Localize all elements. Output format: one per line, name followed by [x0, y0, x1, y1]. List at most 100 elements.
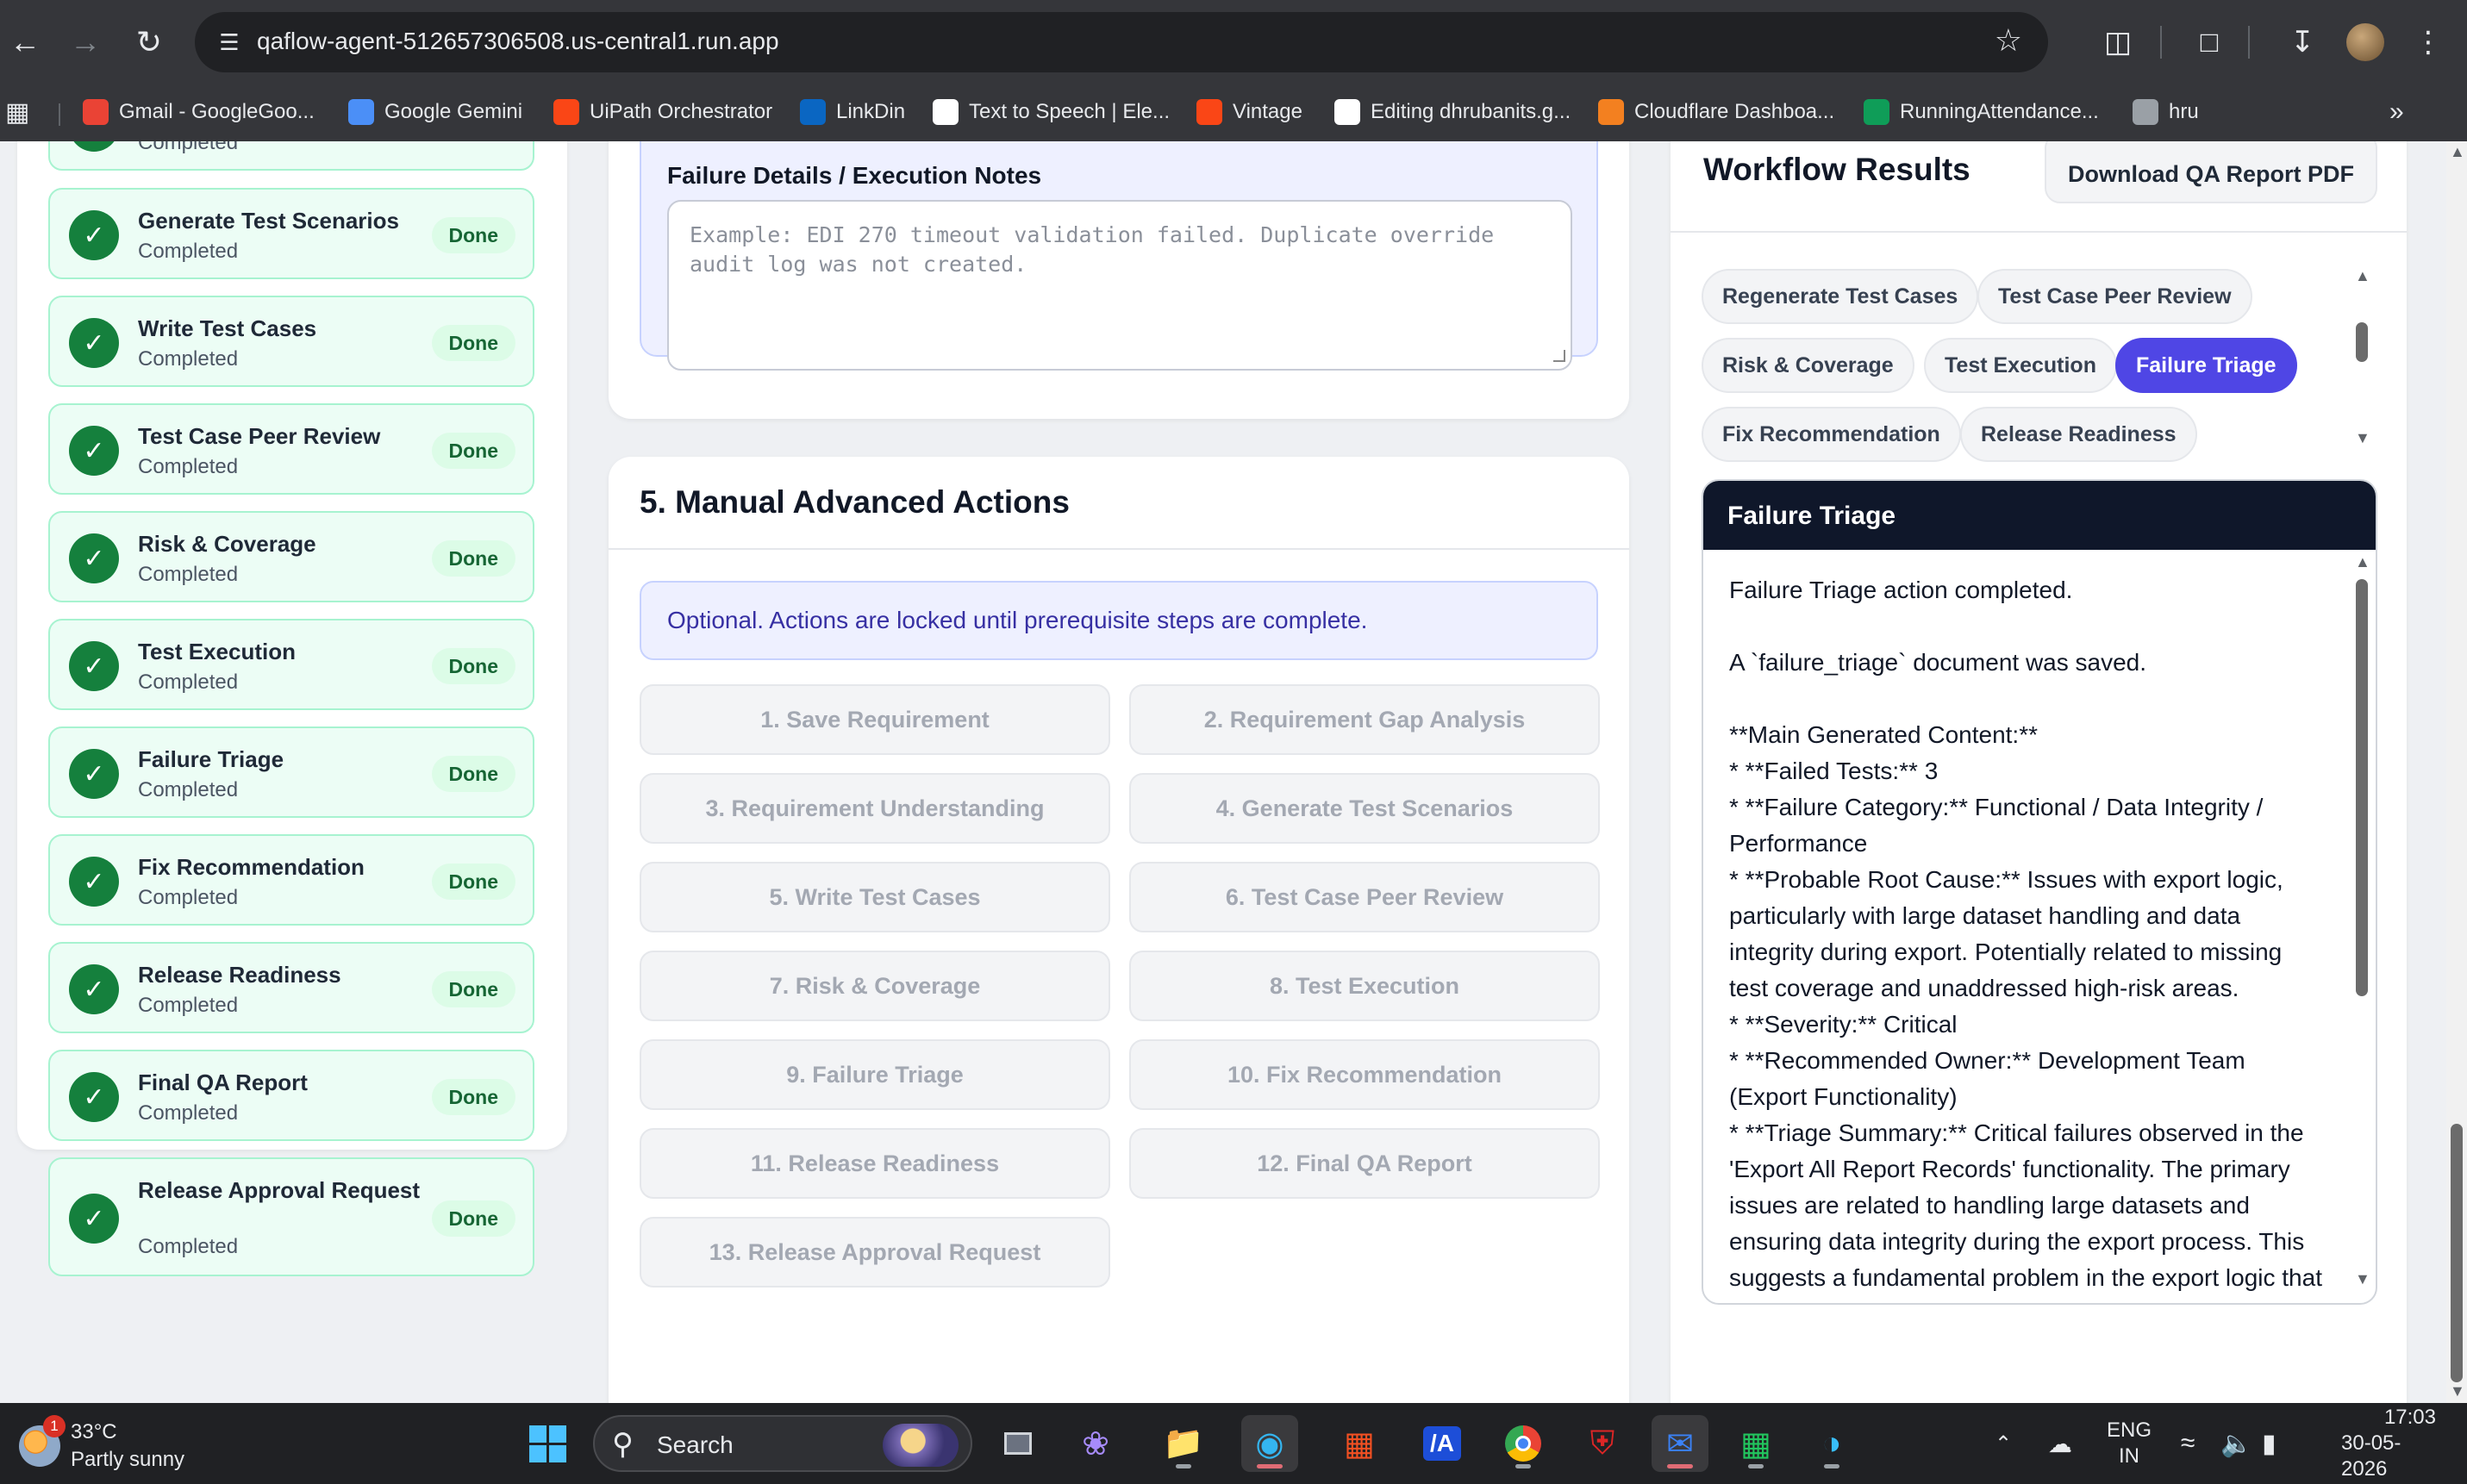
result-tab[interactable]: Regenerate Test Cases: [1702, 269, 1979, 324]
clock[interactable]: 17:03 30-05-2026: [2341, 1403, 2436, 1484]
manual-action-button[interactable]: 13. Release Approval Request: [640, 1217, 1110, 1288]
workflow-step-card[interactable]: ✓ Release Readiness Completed Done: [48, 942, 534, 1033]
manual-action-button[interactable]: 1. Save Requirement: [640, 684, 1110, 755]
result-tab[interactable]: Fix Recommendation: [1702, 407, 1961, 462]
outlook-icon[interactable]: ✉: [1652, 1415, 1708, 1472]
taskbar-search[interactable]: ⚲ Search: [593, 1415, 972, 1472]
output-line: Failure Triage action completed.: [1729, 577, 2073, 603]
bookmark-item[interactable]: Editing dhrubanits.g...: [1334, 93, 1571, 131]
output-scroll-up-icon[interactable]: ▲: [2355, 554, 2370, 570]
file-explorer-icon[interactable]: 📁: [1155, 1415, 1212, 1472]
menu-kebab-icon[interactable]: ⋮: [2407, 21, 2450, 64]
output-scrollbar[interactable]: [2356, 579, 2368, 996]
clock-date: 30-05-2026: [2341, 1431, 2401, 1481]
manual-action-button[interactable]: 2. Requirement Gap Analysis: [1129, 684, 1600, 755]
manual-action-button[interactable]: 7. Risk & Coverage: [640, 951, 1110, 1021]
excel-icon[interactable]: ▦: [1727, 1415, 1784, 1472]
start-windows-icon[interactable]: [519, 1415, 576, 1472]
bookmark-item[interactable]: Vintage: [1196, 93, 1302, 131]
manual-action-button[interactable]: 3. Requirement Understanding: [640, 773, 1110, 844]
chips-scroll-up-icon[interactable]: ▲: [2355, 268, 2370, 284]
wifi-icon[interactable]: ≈: [2181, 1403, 2195, 1484]
page-scroll-down-icon[interactable]: ▼: [2450, 1383, 2465, 1399]
manual-action-button[interactable]: 4. Generate Test Scenarios: [1129, 773, 1600, 844]
cloudflare-icon: [1598, 99, 1624, 125]
task-view-icon[interactable]: [990, 1415, 1046, 1472]
profile-avatar[interactable]: [2346, 23, 2384, 61]
chips-scrollbar[interactable]: [2356, 322, 2368, 362]
tray-chevron-icon[interactable]: ⌃: [1995, 1403, 2012, 1484]
apps-grid-icon[interactable]: ▦: [5, 93, 29, 131]
workflow-step-card[interactable]: ✓ Release Approval Request Completed Done: [48, 1157, 534, 1276]
workflow-step-card[interactable]: ✓ Write Test Cases Completed Done: [48, 296, 534, 387]
workflow-step-card[interactable]: ✓ Completed: [48, 141, 534, 171]
bookmarks-overflow-icon[interactable]: »: [2389, 93, 2404, 131]
bookmark-item[interactable]: Cloudflare Dashboa...: [1598, 93, 1834, 131]
workflow-step-card[interactable]: ✓ Test Case Peer Review Completed Done: [48, 403, 534, 495]
workflow-step-card[interactable]: ✓ Failure Triage Completed Done: [48, 726, 534, 818]
address-url[interactable]: qaflow-agent-512657306508.us-central1.ru…: [257, 28, 779, 55]
result-tab[interactable]: Risk & Coverage: [1702, 338, 1914, 393]
output-line: * **Severity:** Critical: [1729, 1011, 1958, 1038]
edge-browser-icon[interactable]: ◉: [1241, 1415, 1298, 1472]
step-done-badge: Done: [431, 325, 515, 361]
output-line: * **Failure Category:** Functional / Dat…: [1729, 794, 2264, 857]
bookmark-item[interactable]: Google Gemini: [348, 93, 522, 131]
workflow-step-card[interactable]: ✓ Generate Test Scenarios Completed Done: [48, 188, 534, 279]
address-bar[interactable]: ☰ qaflow-agent-512657306508.us-central1.…: [195, 12, 2048, 72]
search-icon: ⚲: [612, 1428, 634, 1461]
chips-scroll-down-icon[interactable]: ▼: [2355, 430, 2370, 446]
mcafee-icon[interactable]: ⛨: [1574, 1415, 1631, 1472]
page-scroll-up-icon[interactable]: ▲: [2450, 144, 2465, 159]
manual-action-button[interactable]: 9. Failure Triage: [640, 1039, 1110, 1110]
workflow-step-card[interactable]: ✓ Final QA Report Completed Done: [48, 1050, 534, 1141]
extensions-icon[interactable]: ◫: [2096, 21, 2139, 64]
reload-icon[interactable]: ↻: [126, 19, 172, 65]
weather-widget[interactable]: 1 33°C Partly sunny: [16, 1415, 222, 1475]
result-tab[interactable]: Test Execution: [1924, 338, 2117, 393]
bookmark-item[interactable]: hru: [2133, 93, 2199, 131]
manual-action-button[interactable]: 10. Fix Recommendation: [1129, 1039, 1600, 1110]
bookmark-item[interactable]: Text to Speech | Ele...: [933, 93, 1170, 131]
bookmark-star-icon[interactable]: ☆: [1995, 22, 2022, 59]
back-arrow-icon[interactable]: ←: [2, 19, 48, 65]
manual-action-button[interactable]: 5. Write Test Cases: [640, 862, 1110, 932]
downloads-icon[interactable]: ↧: [2281, 21, 2324, 64]
page-scrollbar[interactable]: [2451, 1124, 2463, 1382]
bookmark-item[interactable]: LinkDin: [800, 93, 905, 131]
result-tab[interactable]: Failure Triage: [2115, 338, 2297, 393]
result-tab[interactable]: Release Readiness: [1960, 407, 2197, 462]
output-line: * **Triage Summary:** Critical failures …: [1729, 1119, 2322, 1291]
tab-search-icon[interactable]: □: [2188, 21, 2231, 64]
output-scroll-down-icon[interactable]: ▼: [2355, 1271, 2370, 1287]
volume-icon[interactable]: 🔈: [2220, 1403, 2252, 1484]
bookmark-item[interactable]: Gmail - GoogleGoo...: [83, 93, 315, 131]
output-line: * **Failed Tests:** 3: [1729, 758, 1939, 784]
bookmark-item[interactable]: UiPath Orchestrator: [553, 93, 772, 131]
resize-handle[interactable]: [1553, 350, 1565, 362]
workflow-step-card[interactable]: ✓ Fix Recommendation Completed Done: [48, 834, 534, 926]
workflow-step-card[interactable]: ✓ Test Execution Completed Done: [48, 619, 534, 710]
weather-desc: Partly sunny: [71, 1448, 185, 1471]
network-app-icon[interactable]: ◑: [1803, 1415, 1860, 1472]
manual-action-button[interactable]: 8. Test Execution: [1129, 951, 1600, 1021]
language-indicator[interactable]: ENG IN: [2107, 1403, 2152, 1484]
manual-action-button[interactable]: 11. Release Readiness: [640, 1128, 1110, 1199]
step-done-badge: Done: [431, 1079, 515, 1115]
download-report-button[interactable]: Download QA Report PDF: [2045, 141, 2377, 203]
microsoft-store-icon[interactable]: ▦: [1331, 1415, 1388, 1472]
manual-action-button[interactable]: 6. Test Case Peer Review: [1129, 862, 1600, 932]
chrome-icon[interactable]: [1495, 1415, 1552, 1472]
site-settings-icon[interactable]: ☰: [214, 27, 245, 58]
forward-arrow-icon[interactable]: →: [62, 19, 109, 65]
battery-icon[interactable]: ▮: [2262, 1403, 2277, 1484]
manual-action-button[interactable]: 12. Final QA Report: [1129, 1128, 1600, 1199]
failure-notes-textarea[interactable]: Example: EDI 270 timeout validation fail…: [667, 200, 1572, 371]
bookmark-item[interactable]: RunningAttendance...: [1864, 93, 2099, 131]
app-icon[interactable]: /A: [1414, 1415, 1471, 1472]
language-code: ENG: [2107, 1419, 2152, 1442]
copilot-icon[interactable]: ❀: [1067, 1415, 1124, 1472]
cloud-sync-icon[interactable]: ☁: [2048, 1403, 2072, 1484]
result-tab[interactable]: Test Case Peer Review: [1977, 269, 2252, 324]
workflow-step-card[interactable]: ✓ Risk & Coverage Completed Done: [48, 511, 534, 602]
